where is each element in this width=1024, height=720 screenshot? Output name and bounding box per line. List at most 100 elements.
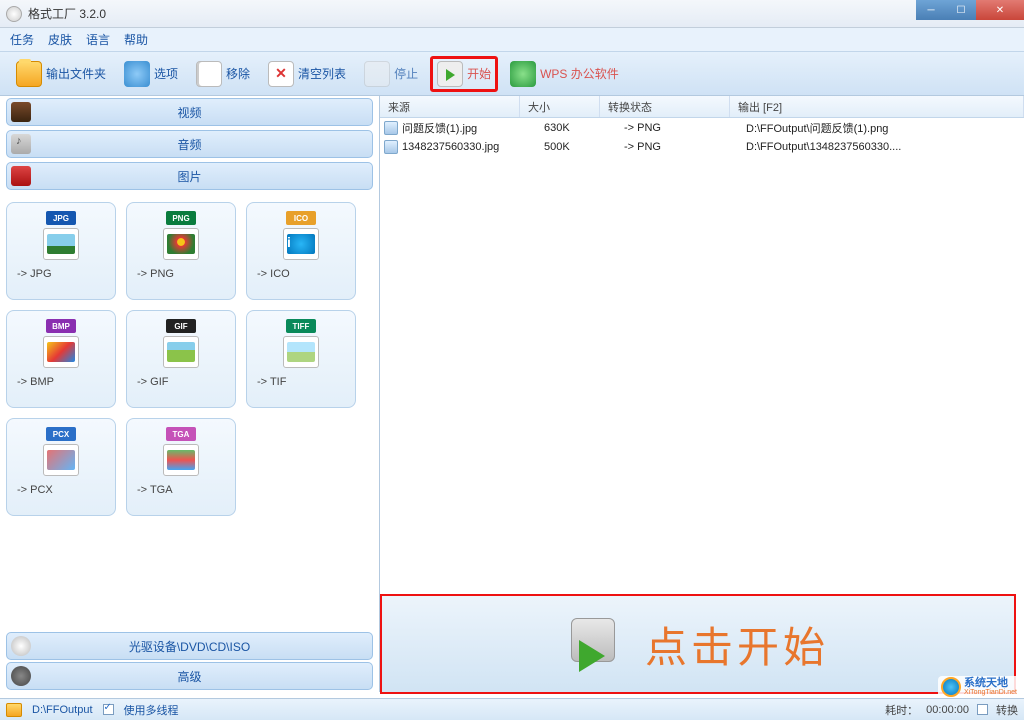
accordion-audio[interactable]: 音频: [6, 130, 373, 158]
file-row[interactable]: 1348237560330.jpg 500K -> PNG D:\FFOutpu…: [380, 137, 1024, 156]
format-tile-ico[interactable]: ICO -> ICO: [246, 202, 356, 300]
title-bar: 格式工厂 3.2.0 ─ ☐ ✕: [0, 0, 1024, 28]
stop-button[interactable]: 停止: [358, 59, 424, 89]
stop-label: 停止: [394, 65, 418, 82]
disc-icon: [11, 636, 31, 656]
stop-icon: [364, 61, 390, 87]
format-tile-png[interactable]: PNG -> PNG: [126, 202, 236, 300]
watermark-cn: 系统天地: [964, 678, 1017, 689]
format-thumb-icon: [163, 336, 199, 368]
status-bar: D:\FFOutput 使用多线程 耗时： 00:00:00 转换: [0, 698, 1024, 720]
format-thumb-icon: [43, 444, 79, 476]
format-grid: JPG -> JPGPNG -> PNGICO -> ICOBMP -> BMP…: [0, 192, 379, 630]
menu-language[interactable]: 语言: [86, 31, 110, 48]
status-folder-icon: [6, 703, 22, 717]
start-banner[interactable]: 点击开始: [380, 594, 1016, 694]
clear-icon: ✕: [268, 61, 294, 87]
accordion-audio-label: 音频: [177, 136, 201, 153]
accordion-image-label: 图片: [177, 168, 201, 185]
start-label: 开始: [467, 65, 491, 82]
format-label: -> TGA: [137, 484, 173, 496]
format-badge: PNG: [166, 211, 196, 225]
format-thumb-icon: [43, 228, 79, 260]
accordion-image[interactable]: 图片: [6, 162, 373, 190]
multithread-checkbox[interactable]: [103, 704, 114, 715]
format-label: -> GIF: [137, 376, 168, 388]
file-output: D:\FFOutput\1348237560330....: [746, 141, 1024, 153]
col-source[interactable]: 来源: [380, 96, 520, 117]
format-tile-gif[interactable]: GIF -> GIF: [126, 310, 236, 408]
gear-icon: [124, 61, 150, 87]
options-button[interactable]: 选项: [118, 59, 184, 89]
file-row[interactable]: 问题反馈(1).jpg 630K -> PNG D:\FFOutput\问题反馈…: [380, 118, 1024, 137]
file-status: -> PNG: [616, 122, 746, 134]
start-button[interactable]: 开始: [430, 56, 498, 92]
format-badge: GIF: [166, 319, 196, 333]
format-label: -> ICO: [257, 268, 290, 280]
col-output[interactable]: 输出 [F2]: [730, 96, 1024, 117]
menu-skin[interactable]: 皮肤: [48, 31, 72, 48]
accordion-video[interactable]: 视频: [6, 98, 373, 126]
format-thumb-icon: [283, 336, 319, 368]
file-name: 问题反馈(1).jpg: [402, 120, 536, 136]
file-icon: [384, 121, 398, 135]
file-name: 1348237560330.jpg: [402, 141, 536, 153]
output-folder-label: 输出文件夹: [46, 65, 106, 82]
format-thumb-icon: [163, 228, 199, 260]
maximize-button[interactable]: ☐: [946, 0, 976, 20]
file-output: D:\FFOutput\问题反馈(1).png: [746, 120, 1024, 136]
multithread-label: 使用多线程: [124, 702, 179, 718]
video-icon: [11, 102, 31, 122]
format-tile-pcx[interactable]: PCX -> PCX: [6, 418, 116, 516]
column-headers: 来源 大小 转换状态 输出 [F2]: [380, 96, 1024, 118]
format-tile-tga[interactable]: TGA -> TGA: [126, 418, 236, 516]
clear-list-button[interactable]: ✕ 清空列表: [262, 59, 352, 89]
status-path[interactable]: D:\FFOutput: [32, 704, 93, 716]
format-thumb-icon: [43, 336, 79, 368]
window-controls: ─ ☐ ✕: [916, 0, 1024, 20]
close-button[interactable]: ✕: [976, 0, 1024, 20]
menu-bar: 任务 皮肤 语言 帮助: [0, 28, 1024, 52]
window-title: 格式工厂 3.2.0: [28, 5, 106, 22]
accordion-disc[interactable]: 光驱设备\DVD\CD\ISO: [6, 632, 373, 660]
format-thumb-icon: [283, 228, 319, 260]
menu-help[interactable]: 帮助: [124, 31, 148, 48]
toolbar: 输出文件夹 选项 移除 ✕ 清空列表 停止 开始 WPS 办公软件: [0, 52, 1024, 96]
watermark: 系统天地 XiTongTianDi.net: [938, 676, 1020, 698]
format-label: -> PNG: [137, 268, 174, 280]
col-status[interactable]: 转换状态: [600, 96, 730, 117]
start-banner-text: 点击开始: [645, 614, 829, 675]
clear-list-label: 清空列表: [298, 65, 346, 82]
output-folder-button[interactable]: 输出文件夹: [10, 59, 112, 89]
file-icon: [384, 140, 398, 154]
format-label: -> TIF: [257, 376, 286, 388]
remove-button[interactable]: 移除: [190, 59, 256, 89]
document-icon: [196, 61, 222, 87]
watermark-logo-icon: [941, 677, 961, 697]
globe-icon: [510, 61, 536, 87]
file-size: 500K: [536, 141, 616, 153]
after-checkbox[interactable]: [977, 704, 988, 715]
accordion-advanced[interactable]: 高级: [6, 662, 373, 690]
format-tile-tif[interactable]: TIFF -> TIF: [246, 310, 356, 408]
audio-icon: [11, 134, 31, 154]
accordion-video-label: 视频: [177, 104, 201, 121]
format-tile-jpg[interactable]: JPG -> JPG: [6, 202, 116, 300]
format-label: -> BMP: [17, 376, 54, 388]
file-status: -> PNG: [616, 141, 746, 153]
wps-button[interactable]: WPS 办公软件: [504, 59, 625, 89]
app-icon: [6, 6, 22, 22]
accordion-advanced-label: 高级: [177, 668, 201, 685]
format-thumb-icon: [163, 444, 199, 476]
format-label: -> PCX: [17, 484, 53, 496]
sidebar: 视频 音频 图片 JPG -> JPGPNG -> PNGICO -> ICOB…: [0, 96, 380, 692]
elapsed-label: 耗时：: [885, 702, 918, 718]
format-badge: TIFF: [286, 319, 316, 333]
after-label: 转换: [996, 702, 1018, 718]
format-badge: BMP: [46, 319, 76, 333]
menu-task[interactable]: 任务: [10, 31, 34, 48]
options-label: 选项: [154, 65, 178, 82]
format-tile-bmp[interactable]: BMP -> BMP: [6, 310, 116, 408]
minimize-button[interactable]: ─: [916, 0, 946, 20]
col-size[interactable]: 大小: [520, 96, 600, 117]
